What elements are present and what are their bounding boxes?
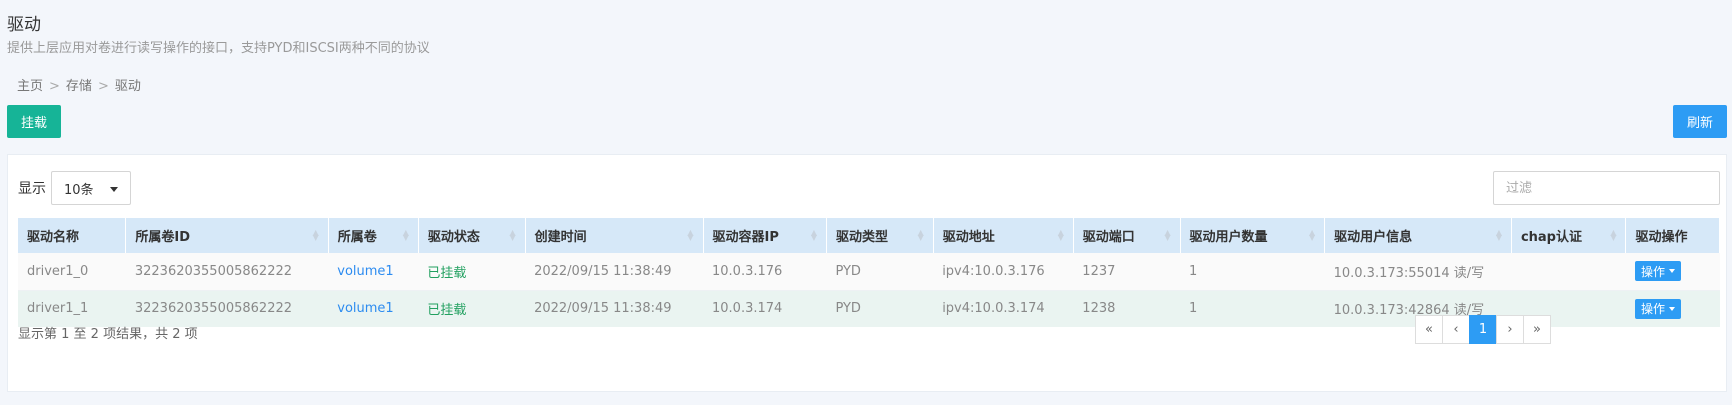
column-header[interactable]: 驱动状态 ▲ ▼ bbox=[418, 218, 526, 253]
cell-volume-link[interactable]: volume1 bbox=[328, 290, 419, 327]
cell-user-info: 10.0.3.173:55014 读/写 bbox=[1324, 253, 1512, 291]
column-header[interactable]: 驱动容器IP ▲ ▼ bbox=[703, 218, 827, 253]
sort-icon: ▲ ▼ bbox=[312, 228, 319, 242]
column-header[interactable]: 驱动地址 ▲ ▼ bbox=[933, 218, 1074, 253]
sort-icon: ▲ ▼ bbox=[687, 228, 694, 242]
driver-table: 驱动名称 所属卷ID ▲ ▼ 所属卷 ▲ ▼ 驱动状态 ▲ ▼ 创建时间 ▲ ▼ 驱动容器IP ▲… bbox=[18, 218, 1720, 327]
show-label: 显示 bbox=[18, 181, 46, 197]
cell-actions: 操作 bbox=[1625, 290, 1720, 327]
sort-icon: ▲ ▼ bbox=[1309, 228, 1316, 242]
caret-down-icon bbox=[1668, 306, 1675, 311]
row-action-dropdown[interactable]: 操作 bbox=[1634, 261, 1681, 282]
cell-created-time: 2022/09/15 11:38:49 bbox=[525, 290, 703, 327]
cell-created-time: 2022/09/15 11:38:49 bbox=[525, 253, 703, 291]
first-page-button[interactable]: « bbox=[1415, 315, 1443, 344]
caret-down-icon bbox=[1668, 269, 1675, 274]
column-header[interactable]: 所属卷 ▲ ▼ bbox=[328, 218, 419, 253]
breadcrumb-storage[interactable]: 存储 bbox=[66, 79, 92, 94]
cell-volume-id: 3223620355005862222 bbox=[125, 253, 329, 291]
page-size-select[interactable]: 10条 bbox=[51, 171, 131, 205]
cell-status: 已挂载 bbox=[418, 290, 526, 327]
column-header[interactable]: 驱动类型 ▲ ▼ bbox=[826, 218, 934, 253]
page-description: 提供上层应用对卷进行读写操作的接口，支持PYD和ISCSI两种不同的协议 bbox=[7, 41, 430, 56]
cell-driver-type: PYD bbox=[826, 253, 934, 291]
sort-icon: ▲ ▼ bbox=[402, 228, 409, 242]
result-summary: 显示第 1 至 2 项结果，共 2 项 bbox=[18, 327, 198, 342]
cell-volume-link[interactable]: volume1 bbox=[328, 253, 419, 291]
page-1-button[interactable]: 1 bbox=[1469, 315, 1497, 344]
column-header[interactable]: 驱动端口 ▲ ▼ bbox=[1073, 218, 1181, 253]
cell-driver-address: ipv4:10.0.3.174 bbox=[933, 290, 1074, 327]
cell-status: 已挂载 bbox=[418, 253, 526, 291]
prev-page-button[interactable]: ‹ bbox=[1442, 315, 1470, 344]
sort-icon: ▲ ▼ bbox=[1610, 228, 1617, 242]
sort-icon: ▲ ▼ bbox=[1164, 228, 1171, 242]
mount-button[interactable]: 挂载 bbox=[7, 105, 61, 138]
table-row: driver1_0 3223620355005862222 volume1 已挂… bbox=[18, 253, 1720, 291]
row-action-label: 操作 bbox=[1640, 302, 1665, 317]
filter-input[interactable] bbox=[1493, 171, 1720, 205]
column-header[interactable]: 驱动名称 bbox=[18, 218, 127, 253]
cell-driver-port: 1237 bbox=[1073, 253, 1181, 291]
cell-user-count: 1 bbox=[1180, 290, 1325, 327]
column-header[interactable]: 创建时间 ▲ ▼ bbox=[525, 218, 704, 253]
cell-driver-name: driver1_1 bbox=[18, 290, 126, 327]
cell-container-ip: 10.0.3.176 bbox=[703, 253, 827, 291]
refresh-button[interactable]: 刷新 bbox=[1673, 105, 1727, 138]
breadcrumb: 主页 > 存储 > 驱动 bbox=[17, 75, 141, 94]
cell-volume-id: 3223620355005862222 bbox=[125, 290, 329, 327]
row-action-dropdown[interactable]: 操作 bbox=[1634, 298, 1681, 319]
breadcrumb-home[interactable]: 主页 bbox=[17, 79, 43, 94]
cell-container-ip: 10.0.3.174 bbox=[703, 290, 827, 327]
page-title: 驱动 bbox=[7, 15, 41, 35]
column-header: 驱动操作 bbox=[1625, 218, 1720, 253]
cell-driver-name: driver1_0 bbox=[18, 253, 126, 291]
cell-driver-address: ipv4:10.0.3.176 bbox=[933, 253, 1074, 291]
column-header[interactable]: 驱动用户信息 ▲ ▼ bbox=[1324, 218, 1512, 253]
cell-actions: 操作 bbox=[1625, 253, 1720, 291]
sort-icon: ▲ ▼ bbox=[509, 228, 516, 242]
column-header[interactable]: 驱动用户数量 ▲ ▼ bbox=[1180, 218, 1326, 253]
last-page-button[interactable]: » bbox=[1523, 315, 1551, 344]
cell-driver-port: 1238 bbox=[1073, 290, 1181, 327]
sort-icon: ▲ ▼ bbox=[1057, 228, 1064, 242]
breadcrumb-separator: > bbox=[49, 79, 60, 94]
sort-icon: ▲ ▼ bbox=[810, 228, 818, 242]
table-header-row: 驱动名称 所属卷ID ▲ ▼ 所属卷 ▲ ▼ 驱动状态 ▲ ▼ 创建时间 ▲ ▼ 驱动容器IP ▲… bbox=[18, 218, 1720, 253]
cell-driver-type: PYD bbox=[826, 290, 934, 327]
column-header[interactable]: 所属卷ID ▲ ▼ bbox=[125, 218, 329, 253]
next-page-button[interactable]: › bbox=[1496, 315, 1524, 344]
breadcrumb-separator: > bbox=[97, 79, 109, 94]
column-header[interactable]: chap认证 ▲ ▼ bbox=[1511, 218, 1627, 253]
cell-chap-auth bbox=[1511, 253, 1626, 291]
breadcrumb-current: 驱动 bbox=[114, 79, 141, 94]
driver-table-panel: 显示 10条 驱动名称 所属卷ID▲▼ 所属卷▲▼ 驱动状态▲▼ 创建时间▲▼ … bbox=[7, 154, 1727, 392]
pagination: « ‹ 1 › » bbox=[1415, 315, 1551, 344]
sort-icon: ▲ ▼ bbox=[917, 228, 924, 242]
cell-user-count: 1 bbox=[1180, 253, 1325, 291]
chevron-down-icon bbox=[110, 187, 118, 192]
page-size-value: 10条 bbox=[64, 182, 94, 198]
sort-icon: ▲ ▼ bbox=[1495, 228, 1503, 242]
row-action-label: 操作 bbox=[1640, 264, 1665, 279]
